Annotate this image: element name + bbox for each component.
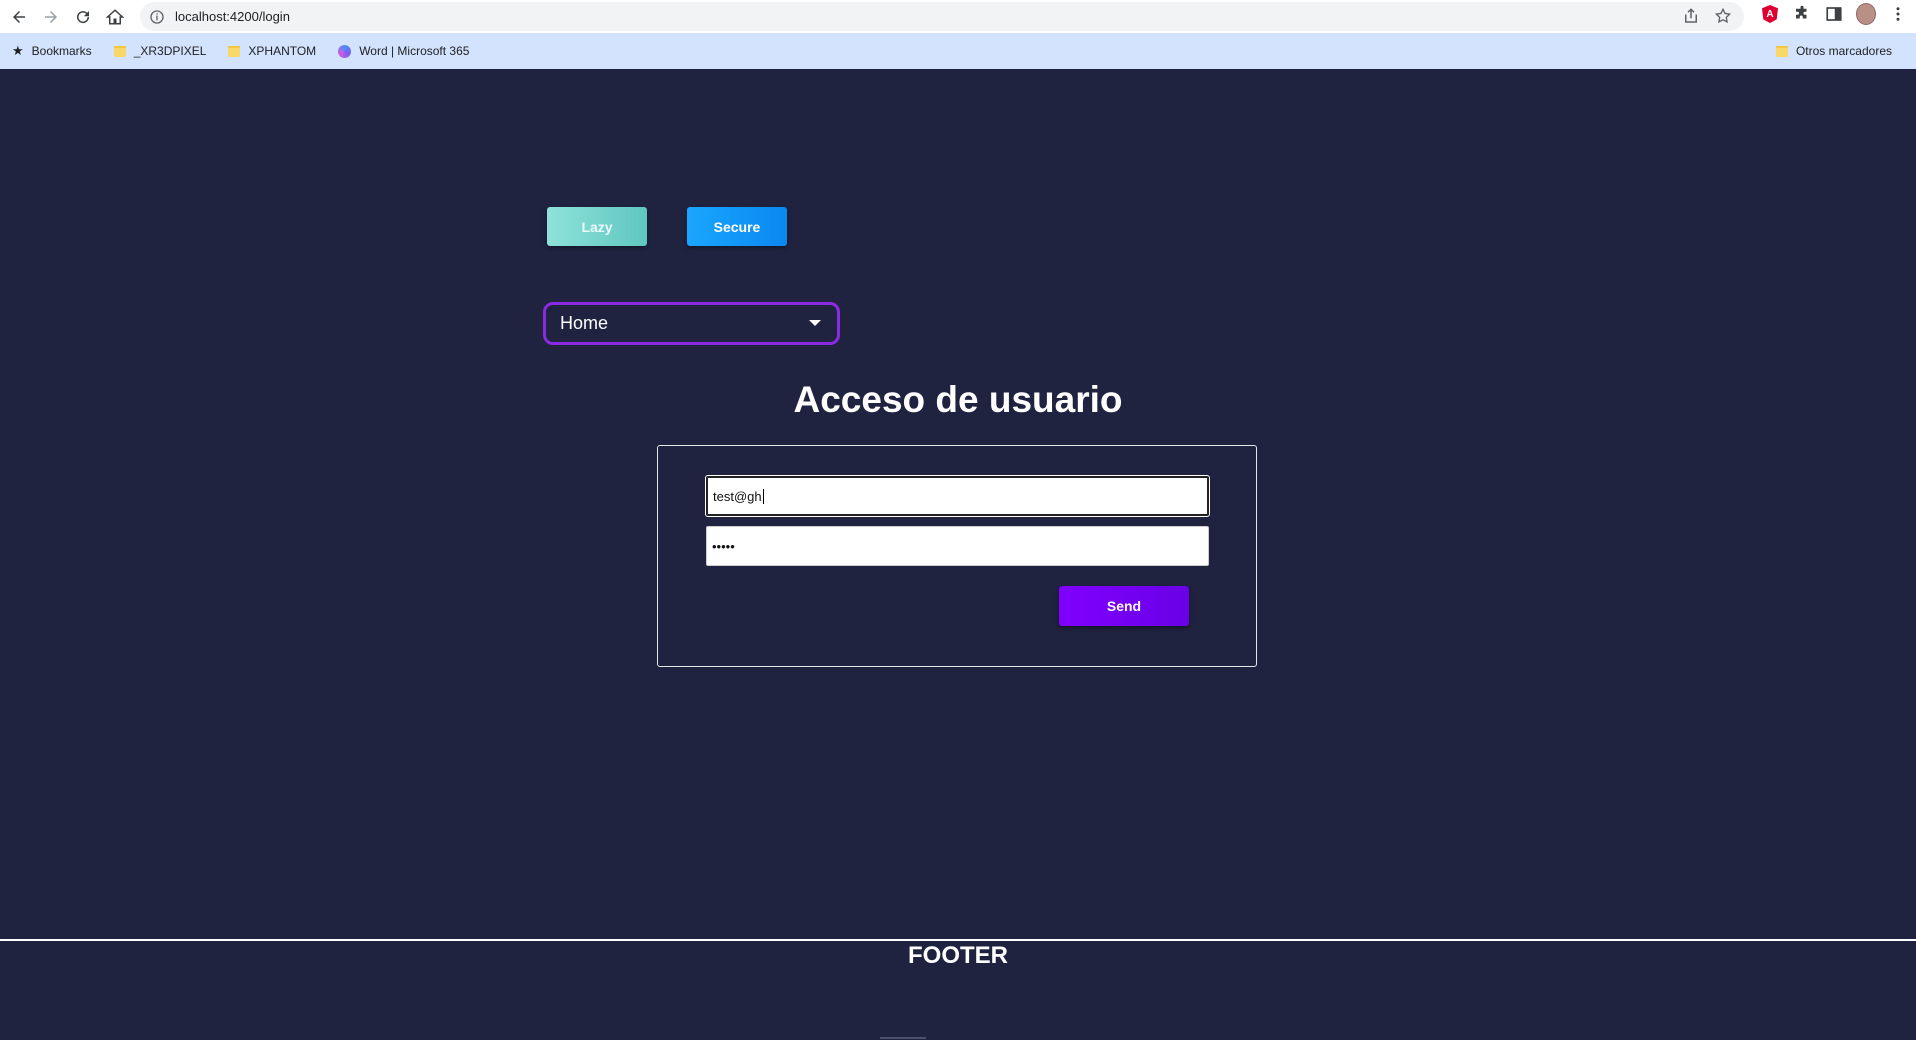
bookmark-label: _XR3DPIXEL — [133, 44, 207, 58]
password-field[interactable]: ••••• — [706, 526, 1209, 566]
bookmark-xphantom[interactable]: XPHANTOM — [228, 44, 316, 58]
footer: FOOTER — [908, 942, 1008, 969]
bookmark-label: Bookmarks — [31, 44, 92, 58]
star-icon: ★ — [12, 43, 24, 58]
extensions-icon[interactable] — [1792, 4, 1812, 24]
menu-kebab-icon[interactable] — [1888, 4, 1908, 24]
nav-select[interactable]: Home — [543, 302, 840, 345]
angular-devtools-icon[interactable]: A — [1760, 4, 1780, 24]
side-panel-icon[interactable] — [1824, 4, 1844, 24]
bookmarks-manager[interactable]: ★ Bookmarks — [12, 43, 92, 59]
password-value: ••••• — [712, 538, 735, 554]
page-content: Lazy Secure Home Acceso de usuario test@… — [0, 69, 1916, 1040]
folder-icon — [1775, 45, 1788, 57]
folder-icon — [113, 45, 126, 57]
address-bar[interactable]: localhost:4200/login — [140, 2, 1744, 31]
bookmark-star-icon[interactable] — [1714, 7, 1732, 25]
bookmark-label: Word | Microsoft 365 — [359, 44, 470, 58]
url-text: localhost:4200/login — [175, 9, 290, 24]
nav-select-value: Home — [560, 313, 609, 333]
avatar[interactable] — [1856, 3, 1876, 25]
email-field[interactable]: test@gh — [705, 475, 1210, 517]
login-form: test@gh ••••• Send — [657, 445, 1257, 667]
browser-toolbar: localhost:4200/login A — [0, 0, 1916, 33]
text-cursor — [762, 488, 764, 504]
scroll-indicator — [880, 1037, 926, 1039]
secure-button[interactable]: Secure — [687, 207, 787, 246]
caret-down-icon — [809, 320, 821, 326]
bookmark-label: XPHANTOM — [248, 44, 317, 58]
send-button[interactable]: Send — [1059, 586, 1189, 626]
share-icon[interactable] — [1682, 7, 1700, 25]
forward-icon[interactable] — [38, 4, 64, 30]
folder-icon — [228, 45, 241, 57]
bookmarks-bar: ★ Bookmarks _XR3DPIXEL XPHANTOM Word | M… — [0, 33, 1916, 69]
lazy-button[interactable]: Lazy — [547, 207, 647, 246]
bookmark-word[interactable]: Word | Microsoft 365 — [338, 44, 469, 58]
reload-icon[interactable] — [70, 4, 96, 30]
email-value: test@gh — [713, 488, 762, 504]
other-bookmarks-label: Otros marcadores — [1795, 44, 1892, 58]
other-bookmarks[interactable]: Otros marcadores — [1775, 44, 1892, 58]
back-icon[interactable] — [6, 4, 32, 30]
site-info-icon[interactable] — [149, 9, 165, 25]
home-icon[interactable] — [102, 4, 128, 30]
word-icon — [338, 44, 352, 58]
page-title: Acceso de usuario — [793, 379, 1123, 420]
bookmark-xr3dpixel[interactable]: _XR3DPIXEL — [113, 44, 207, 58]
